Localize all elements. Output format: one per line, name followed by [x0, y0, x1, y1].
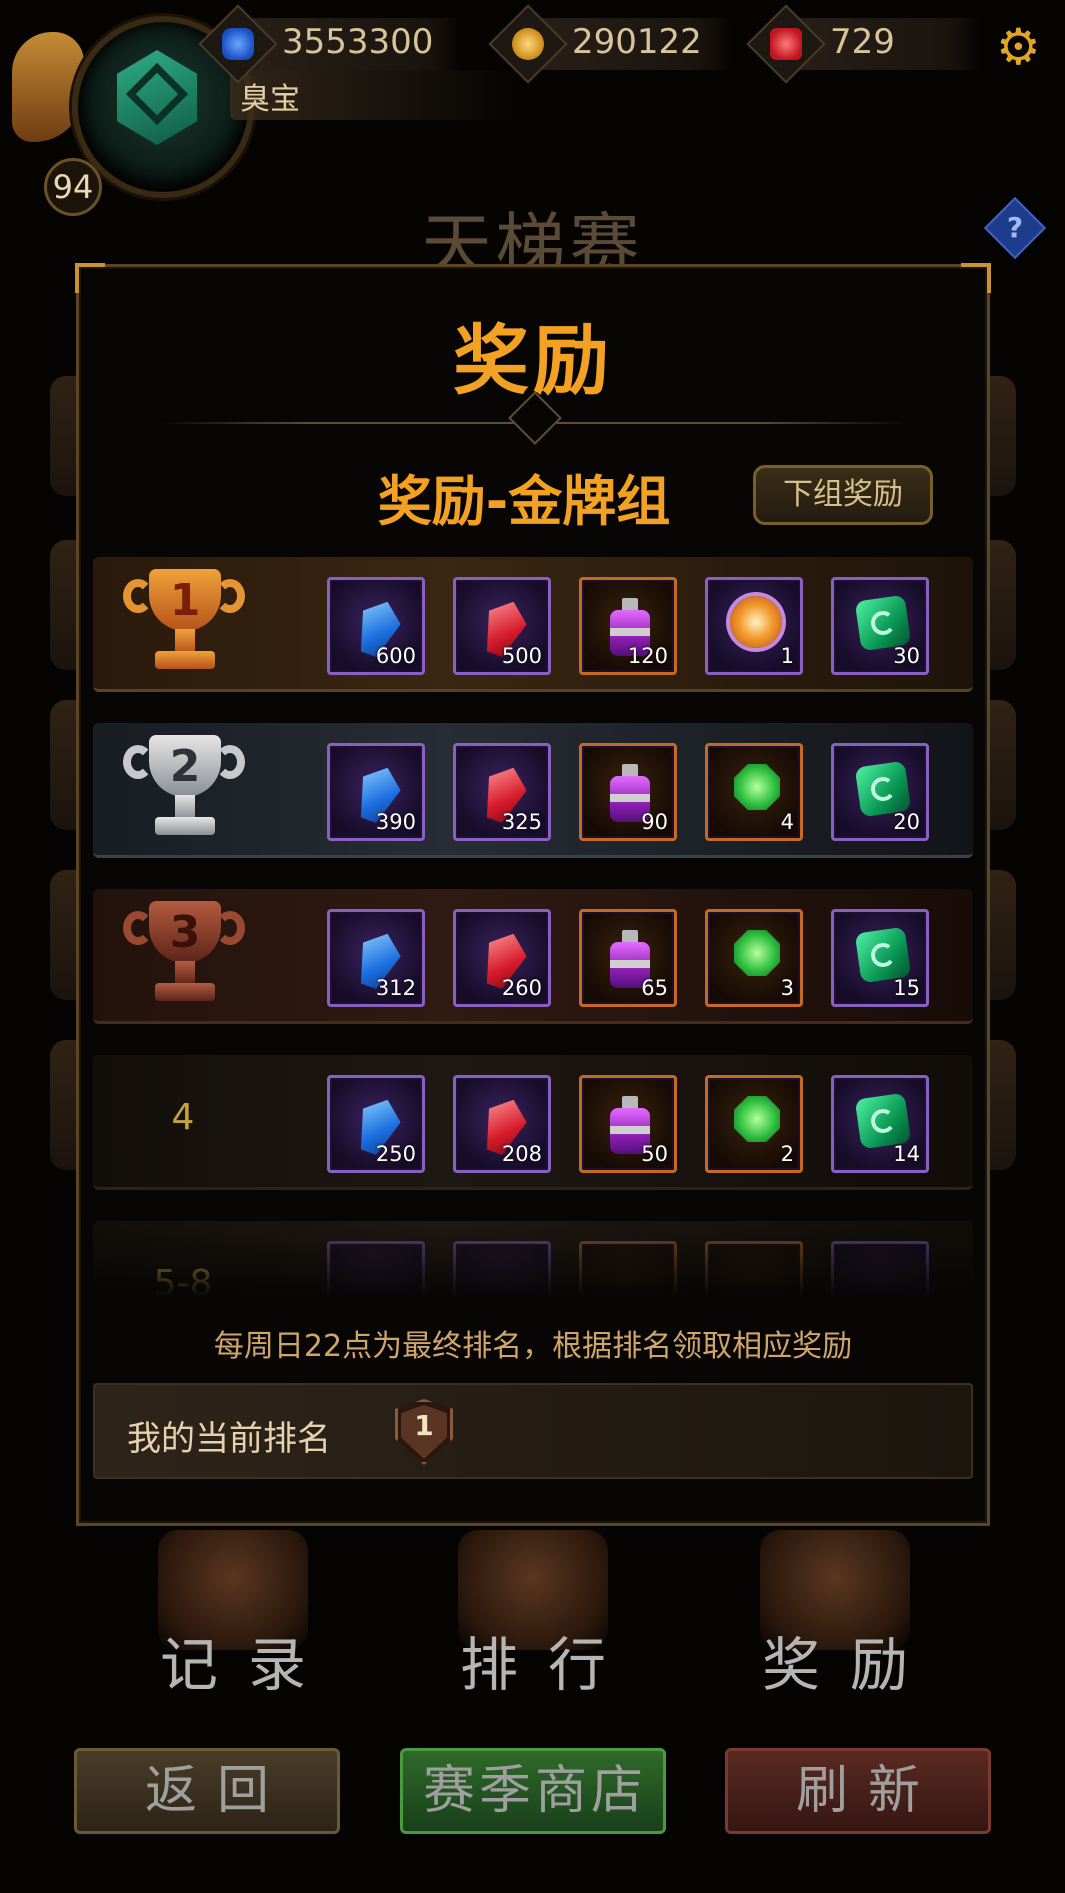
reward-item[interactable]: 120 — [579, 577, 677, 675]
item-count: 500 — [501, 644, 542, 668]
item-count: 14 — [893, 1142, 920, 1166]
item-count: 250 — [375, 1142, 416, 1166]
next-group-button[interactable]: 下组奖励 — [753, 465, 933, 525]
reward-item[interactable]: 600 — [327, 577, 425, 675]
item-count: 1 — [780, 644, 794, 668]
rank-number: 3 — [169, 907, 201, 958]
reward-item[interactable]: 208 — [453, 1075, 551, 1173]
resource-blue-crystal[interactable]: 3553300 — [198, 4, 462, 84]
corner-ornament — [961, 263, 991, 293]
item-count: 312 — [375, 976, 416, 1000]
reward-item[interactable]: 1 — [705, 577, 803, 675]
silver-trophy-icon: 2 — [119, 735, 249, 847]
rank-number: 1 — [169, 575, 201, 626]
my-rank-label: 我的当前排名 — [127, 1419, 331, 1459]
reward-item[interactable]: 65 — [579, 909, 677, 1007]
item-count: 390 — [375, 810, 416, 834]
reward-item[interactable]: 260 — [453, 909, 551, 1007]
list-fade — [93, 1227, 973, 1297]
reward-item[interactable]: 20 — [831, 743, 929, 841]
item-count: 20 — [893, 810, 920, 834]
item-count: 90 — [641, 810, 668, 834]
reward-item[interactable]: 50 — [579, 1075, 677, 1173]
nav-reward[interactable]: 奖励 — [720, 1530, 950, 1700]
question-icon: ? — [1006, 211, 1024, 244]
reward-item[interactable]: 3 — [705, 909, 803, 1007]
rank-number: 4 — [171, 1097, 195, 1138]
refresh-button[interactable]: 刷新 — [725, 1748, 991, 1834]
nav-ranking-label: 排行 — [459, 1631, 636, 1699]
back-button[interactable]: 返回 — [74, 1748, 340, 1834]
resource-value: 3553300 — [282, 22, 434, 62]
gold-trophy-icon: 1 — [119, 569, 249, 681]
reward-item[interactable]: 500 — [453, 577, 551, 675]
rank-number: 2 — [169, 741, 201, 792]
reward-list[interactable]: 1 600 500 120 1 30 2 390 325 90 4 20 3 312 260 65 3 15 4 25… — [93, 557, 973, 1297]
reward-row: 3 312 260 65 3 15 — [93, 889, 973, 1024]
resource-value: 729 — [830, 22, 895, 62]
reward-item[interactable]: 250 — [327, 1075, 425, 1173]
my-rank-bar: 我的当前排名 1 — [93, 1383, 973, 1479]
resource-red-gem[interactable]: 729 — [746, 4, 980, 84]
corner-ornament — [75, 263, 105, 293]
player-name: 臭宝 — [240, 82, 300, 117]
reward-modal: 奖励 奖励-金牌组 下组奖励 1 600 500 120 1 30 2 390 325 90 4 20… — [75, 263, 991, 1526]
reward-item[interactable]: 14 — [831, 1075, 929, 1173]
resource-gold-coin[interactable]: 290122 — [488, 4, 732, 84]
item-count: 208 — [501, 1142, 542, 1166]
nav-ranking[interactable]: 排行 — [418, 1530, 648, 1700]
reward-row: 4 250 208 50 2 14 — [93, 1055, 973, 1190]
gear-icon[interactable]: ⚙ — [996, 22, 1041, 72]
item-count: 30 — [893, 644, 920, 668]
reward-item[interactable]: 2 — [705, 1075, 803, 1173]
item-count: 325 — [501, 810, 542, 834]
item-count: 3 — [780, 976, 794, 1000]
nav-record[interactable]: 记录 — [118, 1530, 348, 1700]
group-title: 奖励-金牌组 — [377, 470, 671, 533]
item-count: 260 — [501, 976, 542, 1000]
reward-item[interactable]: 90 — [579, 743, 677, 841]
item-count: 15 — [893, 976, 920, 1000]
resource-value: 290122 — [572, 22, 702, 62]
nav-record-label: 记录 — [159, 1631, 336, 1699]
reward-row: 1 600 500 120 1 30 — [93, 557, 973, 692]
item-count: 600 — [375, 644, 416, 668]
season-shop-button[interactable]: 赛季商店 — [400, 1748, 666, 1834]
item-count: 50 — [641, 1142, 668, 1166]
item-count: 120 — [627, 644, 668, 668]
item-count: 2 — [780, 1142, 794, 1166]
reward-item[interactable]: 4 — [705, 743, 803, 841]
bronze-trophy-icon: 3 — [119, 901, 249, 1013]
my-rank-value: 1 — [414, 1409, 434, 1442]
item-count: 65 — [641, 976, 668, 1000]
reward-item[interactable]: 312 — [327, 909, 425, 1007]
reward-row: 2 390 325 90 4 20 — [93, 723, 973, 858]
reward-item[interactable]: 30 — [831, 577, 929, 675]
item-count: 4 — [780, 810, 794, 834]
nav-reward-label: 奖励 — [761, 1631, 938, 1699]
red-gem-icon — [746, 4, 826, 84]
ranking-note: 每周日22点为最终排名，根据排名领取相应奖励 — [213, 1329, 853, 1364]
reward-item[interactable]: 325 — [453, 743, 551, 841]
reward-item[interactable]: 390 — [327, 743, 425, 841]
reward-item[interactable]: 15 — [831, 909, 929, 1007]
